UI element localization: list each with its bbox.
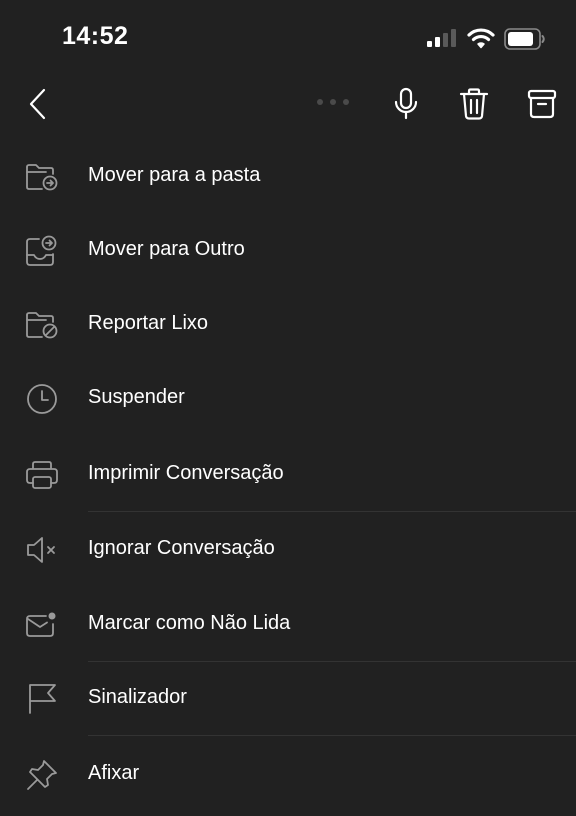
move-to-other-icon xyxy=(24,234,60,268)
mark-unread-icon xyxy=(24,608,60,642)
wifi-icon xyxy=(467,27,495,49)
menu-item-ignore-conversation[interactable]: Ignorar Conversação xyxy=(0,513,576,587)
toolbar xyxy=(0,76,576,136)
pin-icon xyxy=(24,758,60,792)
more-dots-icon xyxy=(315,97,351,107)
back-button[interactable] xyxy=(18,82,58,126)
cellular-signal-icon xyxy=(427,28,457,48)
report-junk-icon xyxy=(24,308,60,342)
menu-item-report-junk[interactable]: Reportar Lixo xyxy=(0,288,576,362)
archive-button[interactable] xyxy=(522,82,562,126)
microphone-button[interactable] xyxy=(386,82,426,126)
menu-item-move-to-other[interactable]: Mover para Outro xyxy=(0,214,576,288)
delete-button[interactable] xyxy=(454,82,494,126)
divider xyxy=(88,511,576,512)
more-button[interactable] xyxy=(312,90,354,114)
clock-icon xyxy=(24,382,60,416)
menu-item-snooze[interactable]: Suspender xyxy=(0,362,576,436)
mute-icon xyxy=(24,533,60,567)
menu-item-label: Suspender xyxy=(88,386,185,408)
battery-icon xyxy=(504,28,546,50)
menu-item-move-to-folder[interactable]: Mover para a pasta xyxy=(0,140,576,214)
screen: 14:52 Mover para a pasta Mover para Outr… xyxy=(0,0,576,816)
menu-item-flag[interactable]: Sinalizador xyxy=(0,662,576,736)
menu-item-label: Mover para Outro xyxy=(88,238,245,260)
menu-item-label: Imprimir Conversação xyxy=(88,462,284,484)
menu-item-label: Sinalizador xyxy=(88,686,187,708)
status-bar: 14:52 xyxy=(0,0,576,76)
menu-item-label: Marcar como Não Lida xyxy=(88,612,291,634)
menu-item-label: Ignorar Conversação xyxy=(88,537,275,559)
chevron-left-icon xyxy=(26,87,50,121)
divider xyxy=(88,735,576,736)
status-time: 14:52 xyxy=(62,22,129,50)
menu-item-label: Reportar Lixo xyxy=(88,312,209,334)
menu-item-label: Mover para a pasta xyxy=(88,164,261,186)
menu-item-print-conversation[interactable]: Imprimir Conversação xyxy=(0,438,576,512)
printer-icon xyxy=(24,458,60,492)
trash-icon xyxy=(459,88,489,120)
menu-item-mark-unread[interactable]: Marcar como Não Lida xyxy=(0,588,576,662)
archive-icon xyxy=(527,89,557,119)
move-to-folder-icon xyxy=(24,160,60,194)
menu-item-pin[interactable]: Afixar xyxy=(0,738,576,812)
flag-icon xyxy=(24,682,60,716)
menu-item-label: Afixar xyxy=(88,762,140,784)
microphone-icon xyxy=(393,87,419,121)
